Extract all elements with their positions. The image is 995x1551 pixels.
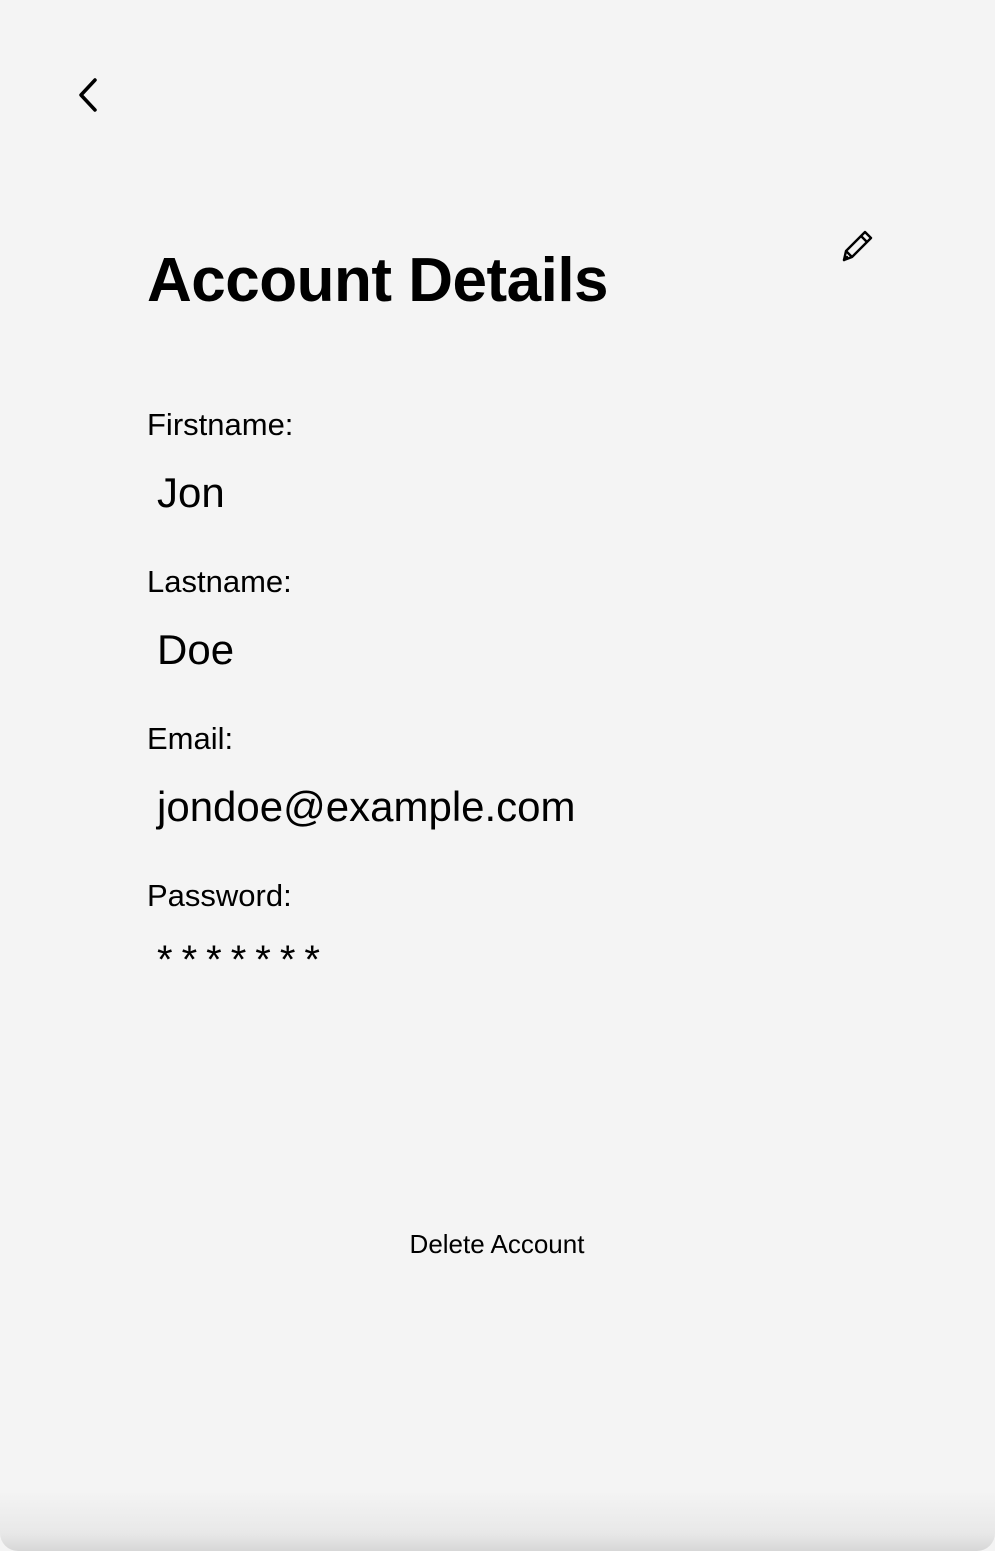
password-value: ******* [157, 938, 329, 982]
back-button[interactable] [68, 74, 108, 120]
pencil-icon [838, 226, 876, 269]
edit-button[interactable] [834, 224, 880, 270]
password-label: Password: [147, 878, 292, 913]
lastname-value: Doe [157, 626, 235, 673]
email-label: Email: [147, 721, 234, 756]
email-value: jondoe@example.com [157, 783, 576, 830]
firstname-label: Firstname: [147, 407, 294, 442]
bottom-edge-shadow [0, 1491, 995, 1551]
lastname-label: Lastname: [147, 564, 292, 599]
firstname-value: Jon [157, 469, 225, 516]
delete-account-button[interactable]: Delete Account [397, 1224, 597, 1264]
page-title: Account Details [147, 246, 609, 315]
chevron-left-icon [75, 75, 101, 120]
